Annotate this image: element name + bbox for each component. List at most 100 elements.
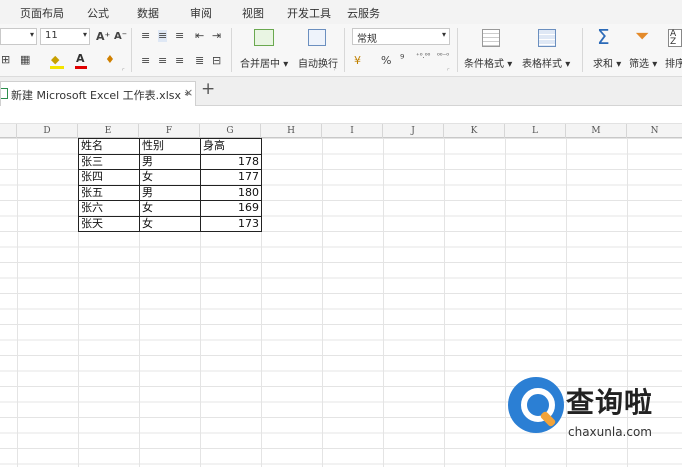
cell[interactable]: 173 (200, 215, 262, 232)
data-table: 姓名 性别 身高 张三 男 178 张四 女 177 张五 男 180 张六 女… (78, 138, 262, 232)
column-header-l[interactable]: L (505, 124, 566, 138)
cell[interactable]: 177 (200, 169, 262, 186)
increase-decimal-button[interactable]: ⁺⁰.⁰⁰ (416, 52, 430, 60)
close-tab-icon[interactable]: × (184, 86, 193, 99)
clear-format-icon[interactable]: ♦ (105, 54, 115, 66)
cell[interactable]: 女 (139, 169, 201, 186)
merge-center-button[interactable]: 合并居中 ▾ (240, 55, 288, 70)
tab-review[interactable]: 审阅 (190, 5, 212, 21)
font-color-icon[interactable]: A (76, 53, 85, 65)
magnifier-logo-icon (508, 377, 564, 433)
align-middle-icon[interactable]: ≡ (158, 30, 168, 42)
indent-decrease-icon[interactable]: ⇤ (195, 30, 204, 42)
column-header-n[interactable]: N (627, 124, 682, 138)
filter-button[interactable]: 筛选 ▾ (629, 55, 657, 70)
watermark-title: 查询啦 (566, 386, 654, 419)
number-group-launcher[interactable]: ⌜ (447, 68, 450, 75)
sort-button[interactable]: 排序 (665, 55, 682, 70)
column-header-stub[interactable] (0, 124, 17, 138)
cell[interactable]: 女 (139, 200, 201, 217)
tab-formulas[interactable]: 公式 (87, 5, 109, 21)
separator (457, 28, 458, 72)
watermark-url: chaxunla.com (568, 425, 652, 439)
table-row: 张三 男 178 (78, 153, 262, 170)
table-style-button[interactable]: 表格样式 ▾ (522, 55, 570, 70)
cell[interactable]: 身高 (200, 138, 262, 155)
separator (582, 28, 583, 72)
cell[interactable]: 女 (139, 215, 201, 232)
cell-border-dropdown-icon[interactable]: ▦ (20, 54, 30, 66)
cell[interactable]: 姓名 (78, 138, 140, 155)
column-header-row: D E F G H I J K L M N (0, 124, 682, 138)
shrink-font-button[interactable]: A⁻ (114, 31, 127, 43)
tab-cloud[interactable]: 云服务 (347, 5, 380, 21)
cell[interactable]: 张天 (78, 215, 140, 232)
column-header-k[interactable]: K (444, 124, 505, 138)
column-header-m[interactable]: M (566, 124, 627, 138)
document-tab[interactable]: 新建 Microsoft Excel 工作表.xlsx * × (0, 81, 196, 106)
conditional-format-button[interactable]: 条件格式 ▾ (464, 55, 512, 70)
tab-view[interactable]: 视图 (242, 5, 264, 21)
tab-page-layout[interactable]: 页面布局 (20, 5, 64, 21)
cell[interactable]: 张三 (78, 153, 140, 170)
percent-button[interactable]: % (381, 55, 391, 67)
thousands-button[interactable]: ⁹ (400, 53, 404, 65)
cell[interactable]: 180 (200, 184, 262, 201)
filter-icon[interactable]: ⏷ (635, 27, 649, 47)
formula-bar-area (0, 106, 682, 124)
column-header-g[interactable]: G (200, 124, 261, 138)
table-row: 张四 女 177 (78, 169, 262, 186)
distributed-icon[interactable]: ⊟ (212, 55, 221, 67)
fill-color-icon[interactable]: ◆ (51, 54, 59, 66)
cell[interactable]: 张五 (78, 184, 140, 201)
column-header-j[interactable]: J (383, 124, 444, 138)
new-tab-button[interactable]: + (201, 80, 215, 98)
ribbon-tab-bar: 页面布局 公式 数据 审阅 视图 开发工具 云服务 (0, 0, 682, 24)
border-icon[interactable]: ⊞ (1, 54, 10, 66)
indent-increase-icon[interactable]: ⇥ (212, 30, 221, 42)
sum-button[interactable]: 求和 ▾ (593, 55, 621, 70)
cell[interactable]: 178 (200, 153, 262, 170)
column-header-h[interactable]: H (261, 124, 322, 138)
align-group-launcher[interactable]: ⌜ (334, 68, 337, 75)
document-tab-bar: 新建 Microsoft Excel 工作表.xlsx * × (0, 77, 682, 106)
column-header-e[interactable]: E (78, 124, 139, 138)
separator (344, 28, 345, 72)
tab-data[interactable]: 数据 (137, 5, 159, 21)
justify-icon[interactable]: ≣ (195, 55, 204, 67)
cell[interactable]: 张四 (78, 169, 140, 186)
sort-icon[interactable]: AZ (668, 29, 682, 47)
separator (131, 28, 132, 72)
table-style-icon[interactable] (538, 29, 556, 47)
column-header-f[interactable]: F (139, 124, 200, 138)
cell[interactable]: 男 (139, 153, 201, 170)
cell[interactable]: 张六 (78, 200, 140, 217)
number-format-select[interactable]: 常规 ▾ (352, 28, 450, 45)
align-bottom-icon[interactable]: ≡ (175, 30, 184, 42)
table-row: 张天 女 173 (78, 215, 262, 232)
cell[interactable]: 男 (139, 184, 201, 201)
align-center-icon[interactable]: ≡ (158, 55, 167, 67)
conditional-format-icon[interactable] (482, 29, 500, 47)
decrease-decimal-button[interactable]: ⁰⁰⁻⁰ (437, 52, 451, 60)
column-header-d[interactable]: D (17, 124, 78, 138)
font-group-launcher[interactable]: ⌜ (122, 68, 125, 75)
merge-center-icon[interactable] (254, 29, 274, 46)
font-size-select[interactable]: 11 ▾ (40, 28, 90, 45)
align-left-icon[interactable]: ≡ (141, 55, 150, 67)
font-name-select[interactable]: ▾ (0, 28, 37, 45)
separator (231, 28, 232, 72)
watermark-logo: 查询啦 chaxunla.com (508, 377, 682, 447)
grow-font-button[interactable]: A⁺ (96, 31, 110, 43)
column-header-i[interactable]: I (322, 124, 383, 138)
wrap-text-icon[interactable] (308, 29, 326, 46)
cell[interactable]: 169 (200, 200, 262, 217)
align-top-icon[interactable]: ≡ (141, 30, 150, 42)
cell[interactable]: 性别 (139, 138, 201, 155)
wrap-text-button[interactable]: 自动换行 (298, 55, 338, 70)
currency-icon[interactable]: ¥ (354, 55, 361, 67)
fill-color-swatch (50, 66, 64, 69)
sum-icon[interactable]: Σ (597, 27, 610, 47)
tab-developer[interactable]: 开发工具 (287, 5, 331, 21)
align-right-icon[interactable]: ≡ (175, 55, 184, 67)
